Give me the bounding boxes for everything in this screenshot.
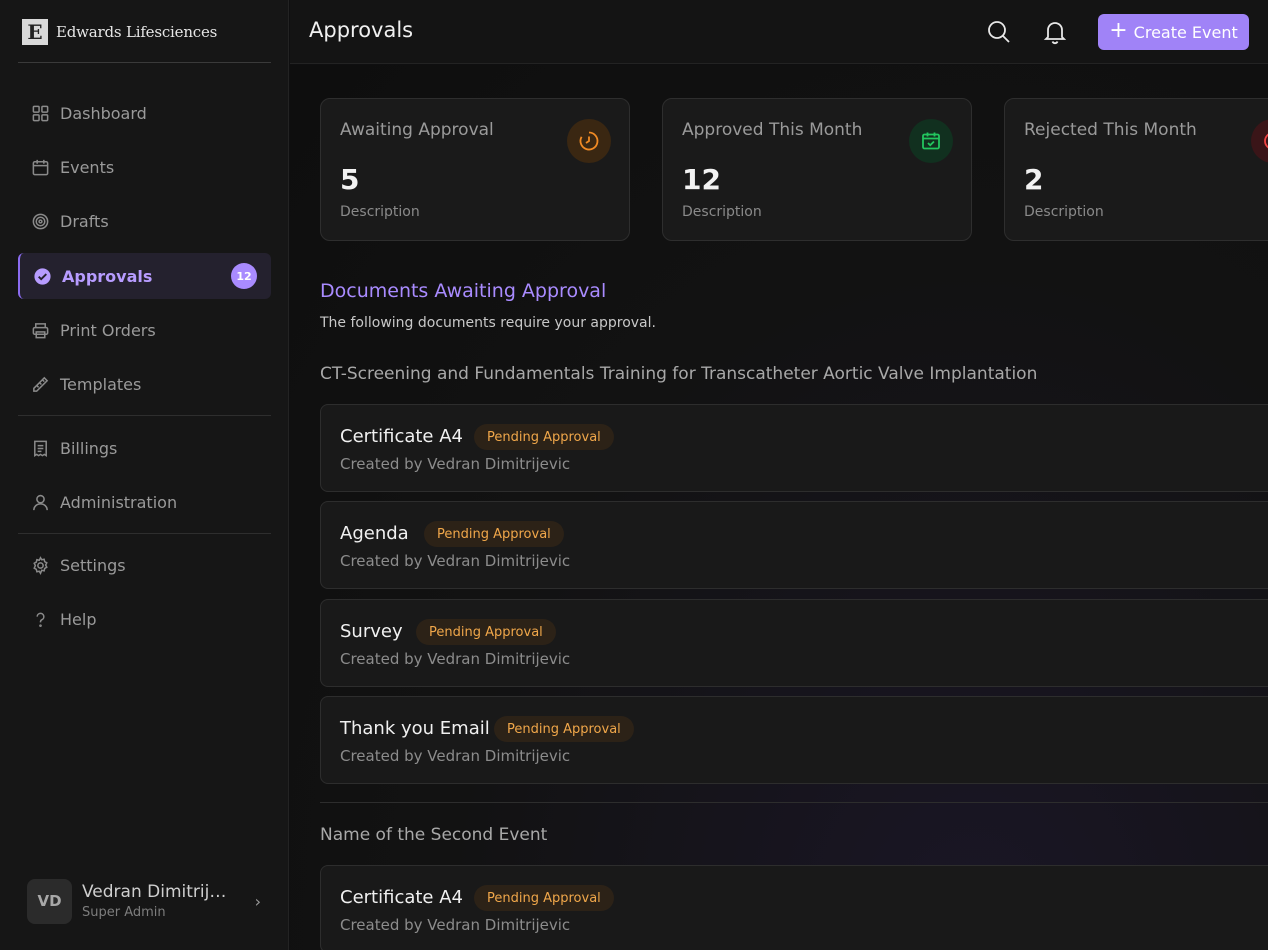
document-creator: Created by Vedran Dimitrijevic	[340, 916, 571, 934]
stat-description: Description	[1024, 204, 1104, 220]
search-button[interactable]	[985, 18, 1013, 46]
event-name: Name of the Second Event	[320, 825, 548, 845]
logo-mark: E	[22, 19, 48, 45]
sidebar-item-label: Settings	[60, 555, 126, 575]
stat-description: Description	[682, 204, 762, 220]
dashboard-icon	[32, 105, 49, 121]
event-name: CT-Screening and Fundamentals Training f…	[320, 364, 1038, 384]
status-badge: Pending Approval	[416, 619, 556, 645]
document-title: Survey	[340, 621, 403, 642]
document-creator: Created by Vedran Dimitrijevic	[340, 747, 571, 765]
timer-icon	[567, 119, 611, 163]
avatar: VD	[27, 878, 72, 924]
main-content: Awaiting Approval 5 Description Approved…	[290, 65, 1268, 950]
check-circle-icon	[34, 267, 51, 285]
stat-description: Description	[340, 204, 420, 220]
nav-divider	[18, 533, 271, 534]
sidebar-item-templates[interactable]: Templates	[18, 361, 271, 407]
top-header: Approvals + Create Event	[290, 0, 1268, 64]
sidebar-item-label: Billings	[60, 438, 118, 458]
user-profile-menu[interactable]: VD Vedran Dimitrijevic Super Admin ›	[27, 876, 267, 926]
sidebar-item-label: Help	[60, 609, 97, 629]
stat-card-approved[interactable]: Approved This Month 12 Description	[662, 98, 972, 241]
notifications-button[interactable]	[1041, 18, 1069, 46]
help-icon	[36, 612, 45, 627]
approvals-count-badge: 12	[231, 263, 257, 289]
target-icon	[32, 213, 49, 229]
document-card[interactable]: Certificate A4 Pending Approval Created …	[320, 865, 1268, 950]
sidebar-item-approvals[interactable]: Approvals 12	[18, 253, 271, 299]
sidebar-item-print-orders[interactable]: Print Orders	[18, 307, 271, 353]
create-event-button[interactable]: + Create Event	[1098, 14, 1249, 50]
chevron-right-icon: ›	[254, 892, 261, 911]
calendar-check-icon	[909, 119, 953, 163]
section-subtitle: The following documents require your app…	[320, 315, 656, 331]
plus-icon: +	[1109, 18, 1128, 43]
user-name: Vedran Dimitrijevic	[82, 882, 234, 902]
stat-card-rejected[interactable]: Rejected This Month 2 Description	[1004, 98, 1268, 241]
document-card[interactable]: Agenda Pending Approval Created by Vedra…	[320, 501, 1268, 589]
ruler-pencil-icon	[33, 376, 49, 392]
document-creator: Created by Vedran Dimitrijevic	[340, 650, 571, 668]
sidebar-item-label: Templates	[60, 374, 142, 394]
page-title: Approvals	[309, 18, 414, 42]
document-title: Certificate A4	[340, 426, 463, 447]
document-creator: Created by Vedran Dimitrijevic	[340, 552, 571, 570]
status-badge: Pending Approval	[474, 885, 614, 911]
user-icon	[33, 494, 48, 510]
document-creator: Created by Vedran Dimitrijevic	[340, 455, 571, 473]
sidebar-item-billings[interactable]: Billings	[18, 425, 271, 471]
sidebar: E Edwards Lifesciences Dashboard Events …	[0, 0, 289, 950]
sidebar-item-settings[interactable]: Settings	[18, 542, 271, 588]
bell-icon	[1043, 22, 1067, 45]
document-card[interactable]: Certificate A4 Pending Approval Created …	[320, 404, 1268, 492]
printer-icon	[32, 322, 49, 338]
stat-card-awaiting[interactable]: Awaiting Approval 5 Description	[320, 98, 630, 241]
sidebar-item-label: Events	[60, 157, 115, 177]
sidebar-item-help[interactable]: Help	[18, 596, 271, 642]
sidebar-item-label: Drafts	[60, 211, 109, 231]
section-title: Documents Awaiting Approval	[320, 280, 607, 302]
sidebar-item-administration[interactable]: Administration	[18, 479, 271, 525]
sidebar-item-events[interactable]: Events	[18, 144, 271, 190]
sidebar-item-label: Approvals	[62, 266, 153, 286]
calendar-icon	[32, 159, 49, 175]
stat-label: Rejected This Month	[1024, 120, 1197, 140]
brand-name: Edwards Lifesciences	[56, 23, 218, 41]
stat-value: 2	[1024, 163, 1044, 196]
search-icon	[988, 21, 1010, 43]
stat-value: 12	[682, 163, 721, 196]
status-badge: Pending Approval	[494, 716, 634, 742]
stat-value: 5	[340, 163, 360, 196]
user-role: Super Admin	[82, 905, 166, 920]
stat-label: Approved This Month	[682, 120, 863, 140]
nav-divider	[18, 415, 271, 416]
sidebar-item-drafts[interactable]: Drafts	[18, 198, 271, 244]
sidebar-item-dashboard[interactable]: Dashboard	[18, 90, 271, 136]
status-badge: Pending Approval	[474, 424, 614, 450]
stat-label: Awaiting Approval	[340, 120, 494, 140]
receipt-icon	[34, 440, 47, 457]
document-card[interactable]: Survey Pending Approval Created by Vedra…	[320, 599, 1268, 687]
gear-icon	[33, 555, 48, 575]
x-circle-icon	[1251, 119, 1268, 163]
logo-divider	[18, 62, 271, 63]
document-title: Certificate A4	[340, 887, 463, 908]
document-title: Thank you Email	[340, 718, 490, 739]
status-badge: Pending Approval	[424, 521, 564, 547]
create-event-label: Create Event	[1133, 22, 1238, 42]
document-card[interactable]: Thank you Email Pending Approval Created…	[320, 696, 1268, 784]
document-title: Agenda	[340, 523, 409, 544]
sidebar-item-label: Administration	[60, 492, 178, 512]
sidebar-item-label: Print Orders	[60, 320, 156, 340]
sidebar-item-label: Dashboard	[60, 103, 147, 123]
brand-logo[interactable]: E Edwards Lifesciences	[22, 18, 217, 46]
event-divider	[320, 802, 1268, 803]
